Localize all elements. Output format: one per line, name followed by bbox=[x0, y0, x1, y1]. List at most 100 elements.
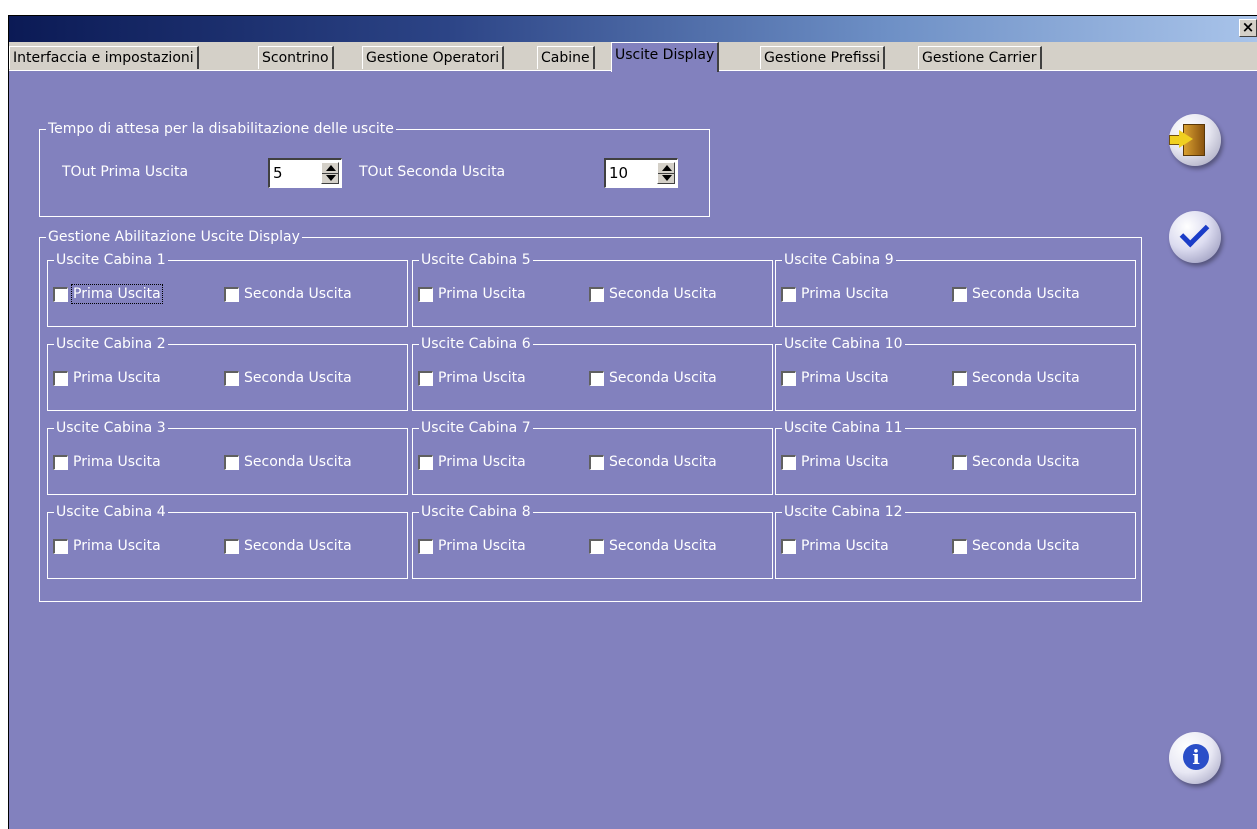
first-output-label[interactable]: Prima Uscita bbox=[438, 538, 526, 554]
first-output-label[interactable]: Prima Uscita bbox=[438, 370, 526, 386]
second-timeout-spinner[interactable]: 10 bbox=[604, 158, 678, 188]
cabin-group: Uscite Cabina 5 Prima Uscita Seconda Uscit… bbox=[412, 251, 773, 327]
second-output-label[interactable]: Seconda Uscita bbox=[972, 454, 1080, 470]
first-output-checkbox[interactable]: Prima Uscita bbox=[53, 284, 163, 304]
second-timeout-value[interactable]: 10 bbox=[609, 164, 628, 182]
first-output-checkbox[interactable]: Prima Uscita bbox=[418, 370, 526, 386]
title-bar[interactable]: × bbox=[9, 16, 1257, 42]
second-output-label[interactable]: Seconda Uscita bbox=[244, 538, 352, 554]
first-output-checkbox[interactable]: Prima Uscita bbox=[418, 538, 526, 554]
second-output-checkbox[interactable]: Seconda Uscita bbox=[952, 370, 1080, 386]
checkbox-box[interactable] bbox=[224, 454, 239, 470]
first-output-label[interactable]: Prima Uscita bbox=[438, 286, 526, 302]
first-timeout-spinner[interactable]: 5 bbox=[268, 158, 342, 188]
second-output-checkbox[interactable]: Seconda Uscita bbox=[589, 538, 717, 554]
first-output-checkbox[interactable]: Prima Uscita bbox=[781, 286, 889, 302]
first-output-checkbox[interactable]: Prima Uscita bbox=[53, 370, 161, 386]
spin-divider bbox=[658, 173, 674, 174]
spin-down-icon[interactable] bbox=[662, 175, 672, 181]
first-output-label[interactable]: Prima Uscita bbox=[801, 370, 889, 386]
checkbox-box[interactable] bbox=[418, 538, 433, 554]
second-output-checkbox[interactable]: Seconda Uscita bbox=[224, 370, 352, 386]
checkbox-box[interactable] bbox=[952, 286, 967, 302]
second-output-label[interactable]: Seconda Uscita bbox=[609, 454, 717, 470]
tab-gestione-operatori[interactable]: Gestione Operatori bbox=[362, 46, 505, 69]
second-output-label[interactable]: Seconda Uscita bbox=[244, 370, 352, 386]
first-output-checkbox[interactable]: Prima Uscita bbox=[781, 538, 889, 554]
first-output-label[interactable]: Prima Uscita bbox=[73, 454, 161, 470]
second-output-label[interactable]: Seconda Uscita bbox=[972, 286, 1080, 302]
first-output-checkbox[interactable]: Prima Uscita bbox=[53, 454, 161, 470]
second-output-checkbox[interactable]: Seconda Uscita bbox=[224, 286, 352, 302]
checkbox-box[interactable] bbox=[781, 286, 796, 302]
confirm-button[interactable] bbox=[1169, 211, 1221, 263]
first-output-checkbox[interactable]: Prima Uscita bbox=[53, 538, 161, 554]
first-output-label[interactable]: Prima Uscita bbox=[801, 454, 889, 470]
checkbox-box[interactable] bbox=[589, 454, 604, 470]
first-timeout-label: TOut Prima Uscita bbox=[62, 164, 189, 180]
second-output-checkbox[interactable]: Seconda Uscita bbox=[589, 286, 717, 302]
second-output-label[interactable]: Seconda Uscita bbox=[244, 454, 352, 470]
second-output-label[interactable]: Seconda Uscita bbox=[244, 286, 352, 302]
second-output-checkbox[interactable]: Seconda Uscita bbox=[589, 370, 717, 386]
checkbox-box[interactable] bbox=[53, 538, 68, 554]
checkbox-box[interactable] bbox=[224, 286, 239, 302]
second-output-checkbox[interactable]: Seconda Uscita bbox=[589, 454, 717, 470]
second-timeout-spin-buttons[interactable] bbox=[657, 162, 675, 184]
cabin-group: Uscite Cabina 3 Prima Uscita Seconda Uscit… bbox=[47, 419, 408, 495]
second-output-checkbox[interactable]: Seconda Uscita bbox=[952, 454, 1080, 470]
cabin-group: Uscite Cabina 6 Prima Uscita Seconda Uscit… bbox=[412, 335, 773, 411]
checkbox-box[interactable] bbox=[224, 370, 239, 386]
checkbox-box[interactable] bbox=[781, 370, 796, 386]
tab-interfaccia[interactable]: Interfaccia e impostazioni bbox=[9, 46, 199, 69]
exit-button[interactable] bbox=[1169, 114, 1221, 166]
second-output-checkbox[interactable]: Seconda Uscita bbox=[224, 454, 352, 470]
first-timeout-value[interactable]: 5 bbox=[273, 164, 283, 182]
second-output-label[interactable]: Seconda Uscita bbox=[972, 370, 1080, 386]
first-output-label[interactable]: Prima Uscita bbox=[801, 286, 889, 302]
first-output-label[interactable]: Prima Uscita bbox=[801, 538, 889, 554]
tab-cabine[interactable]: Cabine bbox=[537, 46, 595, 69]
checkbox-box[interactable] bbox=[589, 370, 604, 386]
first-timeout-spin-buttons[interactable] bbox=[321, 162, 339, 184]
tab-gestione-prefissi[interactable]: Gestione Prefissi bbox=[760, 46, 886, 69]
settings-window: × Interfaccia e impostazioni Scontrino G… bbox=[8, 15, 1257, 829]
spin-up-icon[interactable] bbox=[326, 165, 336, 171]
checkbox-box[interactable] bbox=[952, 538, 967, 554]
second-output-checkbox[interactable]: Seconda Uscita bbox=[952, 286, 1080, 302]
close-button[interactable]: × bbox=[1239, 19, 1257, 37]
checkbox-box[interactable] bbox=[589, 538, 604, 554]
checkbox-box[interactable] bbox=[952, 370, 967, 386]
first-output-checkbox[interactable]: Prima Uscita bbox=[781, 454, 889, 470]
checkbox-box[interactable] bbox=[418, 454, 433, 470]
first-output-label[interactable]: Prima Uscita bbox=[438, 454, 526, 470]
checkbox-box[interactable] bbox=[53, 454, 68, 470]
first-output-label[interactable]: Prima Uscita bbox=[73, 538, 161, 554]
first-output-checkbox[interactable]: Prima Uscita bbox=[418, 454, 526, 470]
info-button[interactable]: i bbox=[1169, 732, 1221, 784]
second-output-label[interactable]: Seconda Uscita bbox=[972, 538, 1080, 554]
checkbox-box[interactable] bbox=[224, 538, 239, 554]
first-output-checkbox[interactable]: Prima Uscita bbox=[418, 286, 526, 302]
checkbox-box[interactable] bbox=[781, 454, 796, 470]
tab-gestione-carrier[interactable]: Gestione Carrier bbox=[918, 46, 1042, 69]
checkbox-box[interactable] bbox=[418, 370, 433, 386]
checkbox-box[interactable] bbox=[53, 370, 68, 386]
second-output-label[interactable]: Seconda Uscita bbox=[609, 538, 717, 554]
checkbox-box[interactable] bbox=[952, 454, 967, 470]
first-output-checkbox[interactable]: Prima Uscita bbox=[781, 370, 889, 386]
spin-down-icon[interactable] bbox=[326, 175, 336, 181]
tab-scontrino[interactable]: Scontrino bbox=[258, 46, 334, 69]
second-output-label[interactable]: Seconda Uscita bbox=[609, 370, 717, 386]
checkbox-box[interactable] bbox=[53, 286, 68, 302]
second-output-checkbox[interactable]: Seconda Uscita bbox=[952, 538, 1080, 554]
first-output-label[interactable]: Prima Uscita bbox=[71, 284, 163, 304]
first-output-label[interactable]: Prima Uscita bbox=[73, 370, 161, 386]
second-output-label[interactable]: Seconda Uscita bbox=[609, 286, 717, 302]
checkbox-box[interactable] bbox=[418, 286, 433, 302]
checkbox-box[interactable] bbox=[589, 286, 604, 302]
tab-uscite-display[interactable]: Uscite Display bbox=[611, 42, 720, 72]
spin-up-icon[interactable] bbox=[662, 165, 672, 171]
checkbox-box[interactable] bbox=[781, 538, 796, 554]
second-output-checkbox[interactable]: Seconda Uscita bbox=[224, 538, 352, 554]
